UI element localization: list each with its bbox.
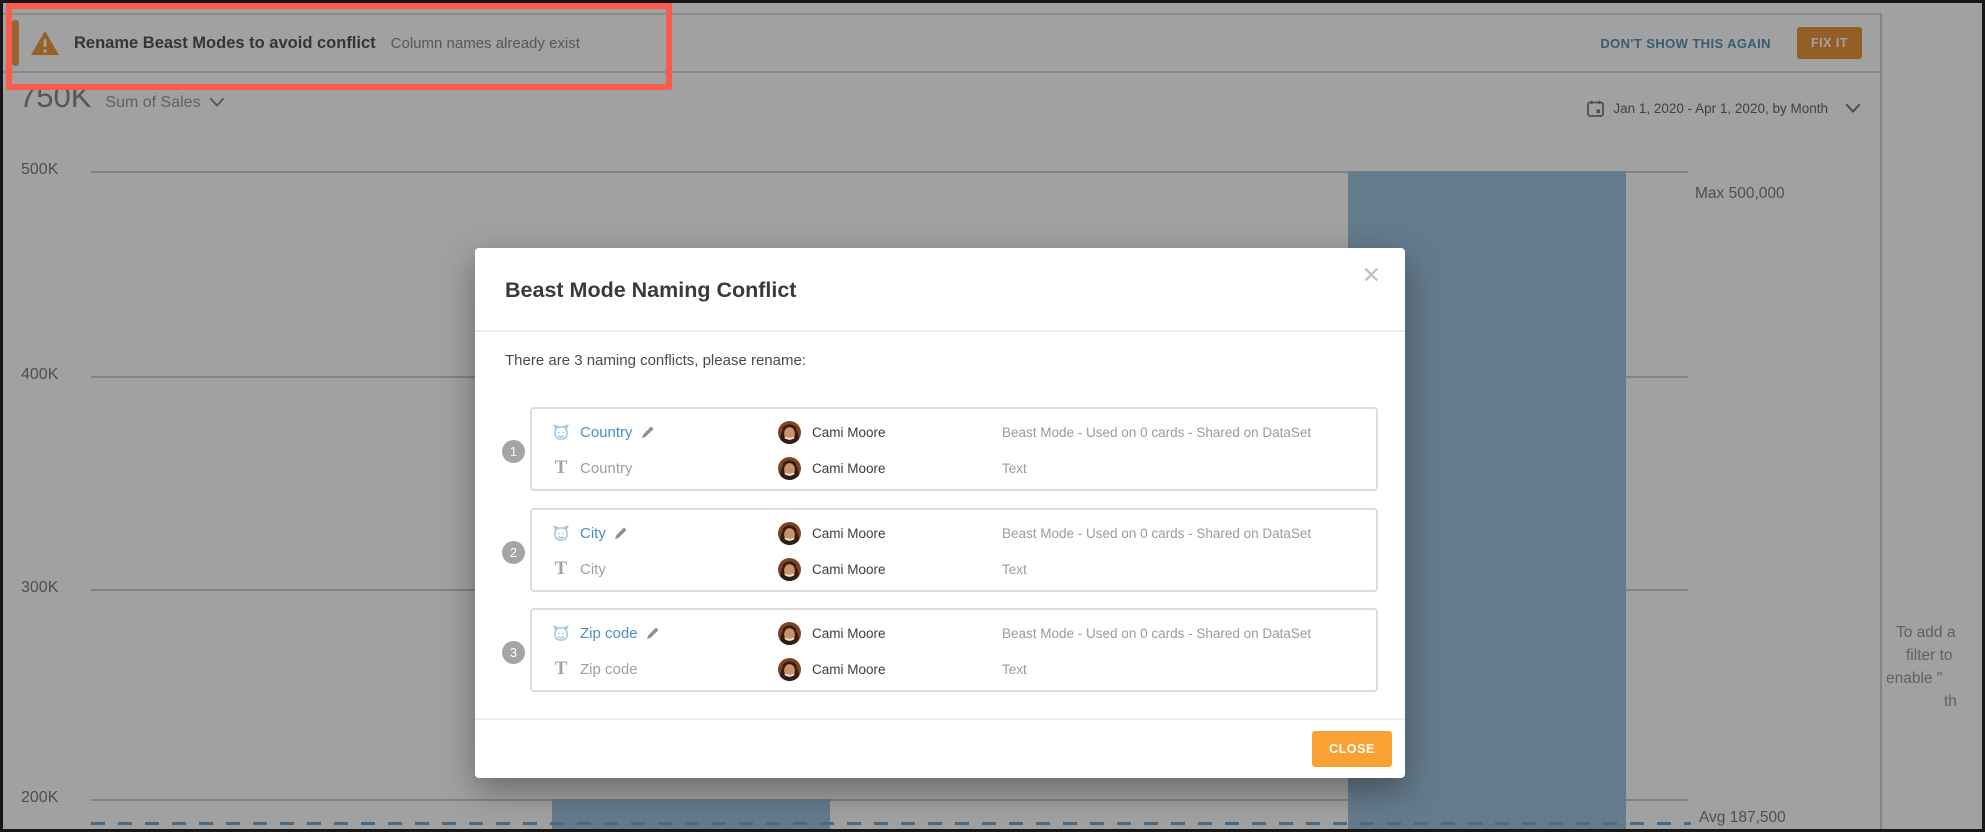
- avatar: [778, 554, 801, 584]
- avatar: [778, 453, 801, 483]
- conflict-number-badge: 1: [502, 440, 525, 463]
- avatar: [778, 618, 801, 648]
- owner-name: Cami Moore: [812, 453, 886, 483]
- beast-mode-description: Beast Mode - Used on 0 cards - Shared on…: [1002, 518, 1311, 548]
- edit-pencil-icon[interactable]: [645, 626, 660, 641]
- beast-mode-name-link[interactable]: City: [580, 518, 628, 548]
- beast-mode-conflict-modal: Beast Mode Naming Conflict ✕ There are 3…: [475, 248, 1405, 778]
- owner-name: Cami Moore: [812, 554, 886, 584]
- conflict-number-badge: 2: [502, 541, 525, 564]
- owner-name: Cami Moore: [812, 417, 886, 447]
- dataset-column-row: T Country Cami Moore Text: [532, 453, 1376, 483]
- beast-mode-row: Country Cami Moore Beast Mode - Used on …: [532, 417, 1376, 447]
- column-name: Zip code: [580, 654, 638, 684]
- text-column-icon: T: [548, 453, 574, 483]
- dataset-column-row: T Zip code Cami Moore Text: [532, 654, 1376, 684]
- avatar: [778, 654, 801, 684]
- conflict-card-zip-code: Zip code Cami Moore Beast Mode - Used on…: [530, 608, 1378, 692]
- owner-name: Cami Moore: [812, 654, 886, 684]
- conflict-number-badge: 3: [502, 641, 525, 664]
- column-type-description: Text: [1002, 654, 1027, 684]
- beast-mode-description: Beast Mode - Used on 0 cards - Shared on…: [1002, 618, 1311, 648]
- conflict-card-country: Country Cami Moore Beast Mode - Used on …: [530, 407, 1378, 491]
- beast-mode-icon: [548, 518, 574, 548]
- modal-title: Beast Mode Naming Conflict: [505, 278, 796, 303]
- modal-header: Beast Mode Naming Conflict ✕: [475, 248, 1405, 332]
- column-name: City: [580, 554, 606, 584]
- owner-name: Cami Moore: [812, 518, 886, 548]
- column-type-description: Text: [1002, 554, 1027, 584]
- edit-pencil-icon[interactable]: [613, 526, 628, 541]
- beast-mode-description: Beast Mode - Used on 0 cards - Shared on…: [1002, 417, 1311, 447]
- column-type-description: Text: [1002, 453, 1027, 483]
- modal-subtitle: There are 3 naming conflicts, please ren…: [505, 352, 806, 369]
- beast-mode-icon: [548, 417, 574, 447]
- avatar: [778, 417, 801, 447]
- column-name: Country: [580, 453, 633, 483]
- close-icon[interactable]: ✕: [1358, 260, 1385, 291]
- modal-footer: CLOSE: [475, 718, 1405, 778]
- beast-mode-name-link[interactable]: Zip code: [580, 618, 660, 648]
- close-button[interactable]: CLOSE: [1312, 731, 1392, 767]
- owner-name: Cami Moore: [812, 618, 886, 648]
- avatar: [778, 518, 801, 548]
- dataset-column-row: T City Cami Moore Text: [532, 554, 1376, 584]
- beast-mode-name-link[interactable]: Country: [580, 417, 655, 447]
- beast-mode-icon: [548, 618, 574, 648]
- beast-mode-row: Zip code Cami Moore Beast Mode - Used on…: [532, 618, 1376, 648]
- edit-pencil-icon[interactable]: [640, 425, 655, 440]
- text-column-icon: T: [548, 554, 574, 584]
- beast-mode-row: City Cami Moore Beast Mode - Used on 0 c…: [532, 518, 1376, 548]
- conflict-card-city: City Cami Moore Beast Mode - Used on 0 c…: [530, 508, 1378, 592]
- app-window: Rename Beast Modes to avoid conflict Col…: [0, 0, 1985, 832]
- text-column-icon: T: [548, 654, 574, 684]
